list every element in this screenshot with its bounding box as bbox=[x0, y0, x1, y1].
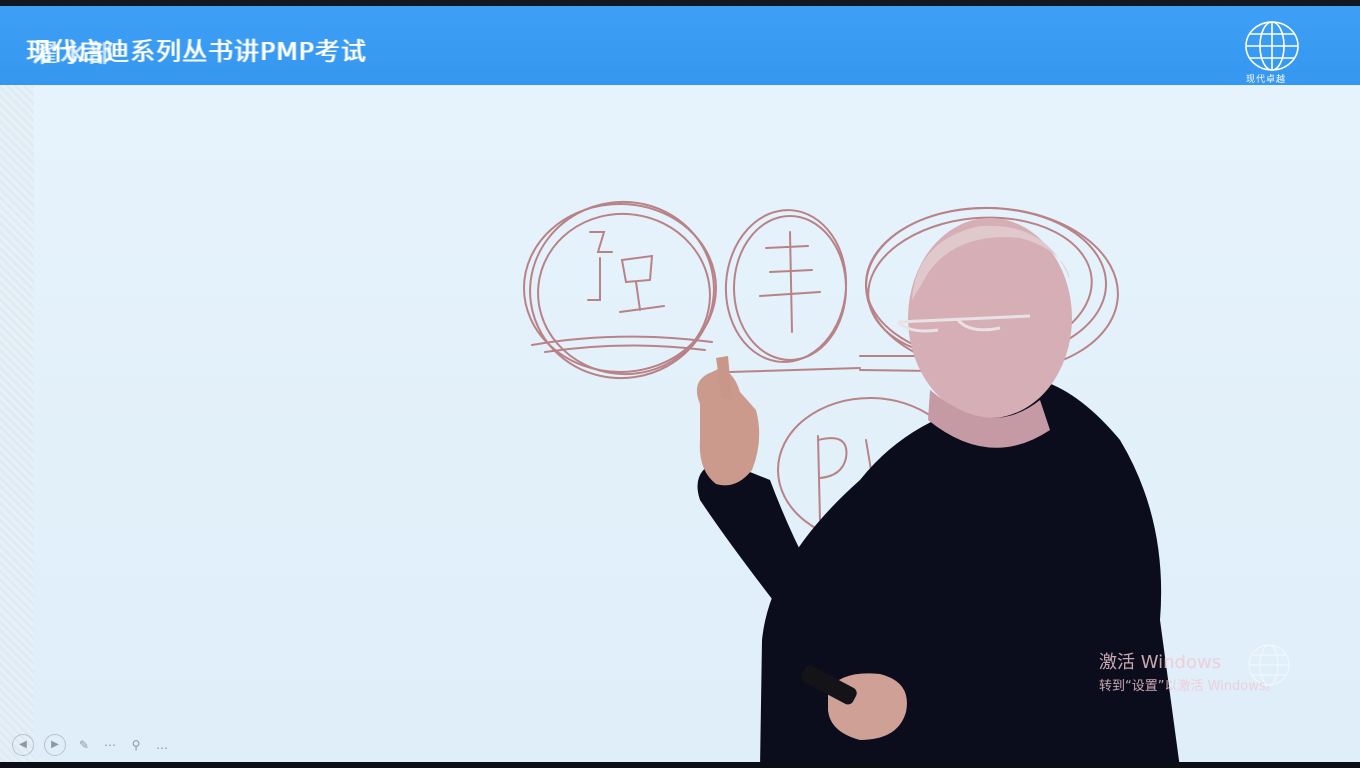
slideshow-controls: ◀ ▶ ✎ ⋯ ⚲ … bbox=[12, 732, 170, 758]
menu-icon[interactable]: ⋯ bbox=[102, 735, 118, 755]
next-slide-icon[interactable]: ▶ bbox=[44, 734, 66, 756]
more-icon[interactable]: … bbox=[154, 735, 170, 755]
activation-watermark-subtitle: 转到“设置”以激活 Windows。 bbox=[1099, 679, 1279, 694]
pen-icon[interactable]: ✎ bbox=[76, 735, 92, 755]
activation-watermark-title: 激活 Windows bbox=[1099, 652, 1222, 673]
presentation-slide: 现代启迪系列丛书讲PMP考试 濯水部 现代卓越 激活 Windows 转到“设置… bbox=[0, 0, 1360, 768]
window-bottom-edge bbox=[0, 762, 1360, 768]
prev-slide-icon[interactable]: ◀ bbox=[12, 734, 34, 756]
zoom-icon[interactable]: ⚲ bbox=[128, 735, 144, 755]
